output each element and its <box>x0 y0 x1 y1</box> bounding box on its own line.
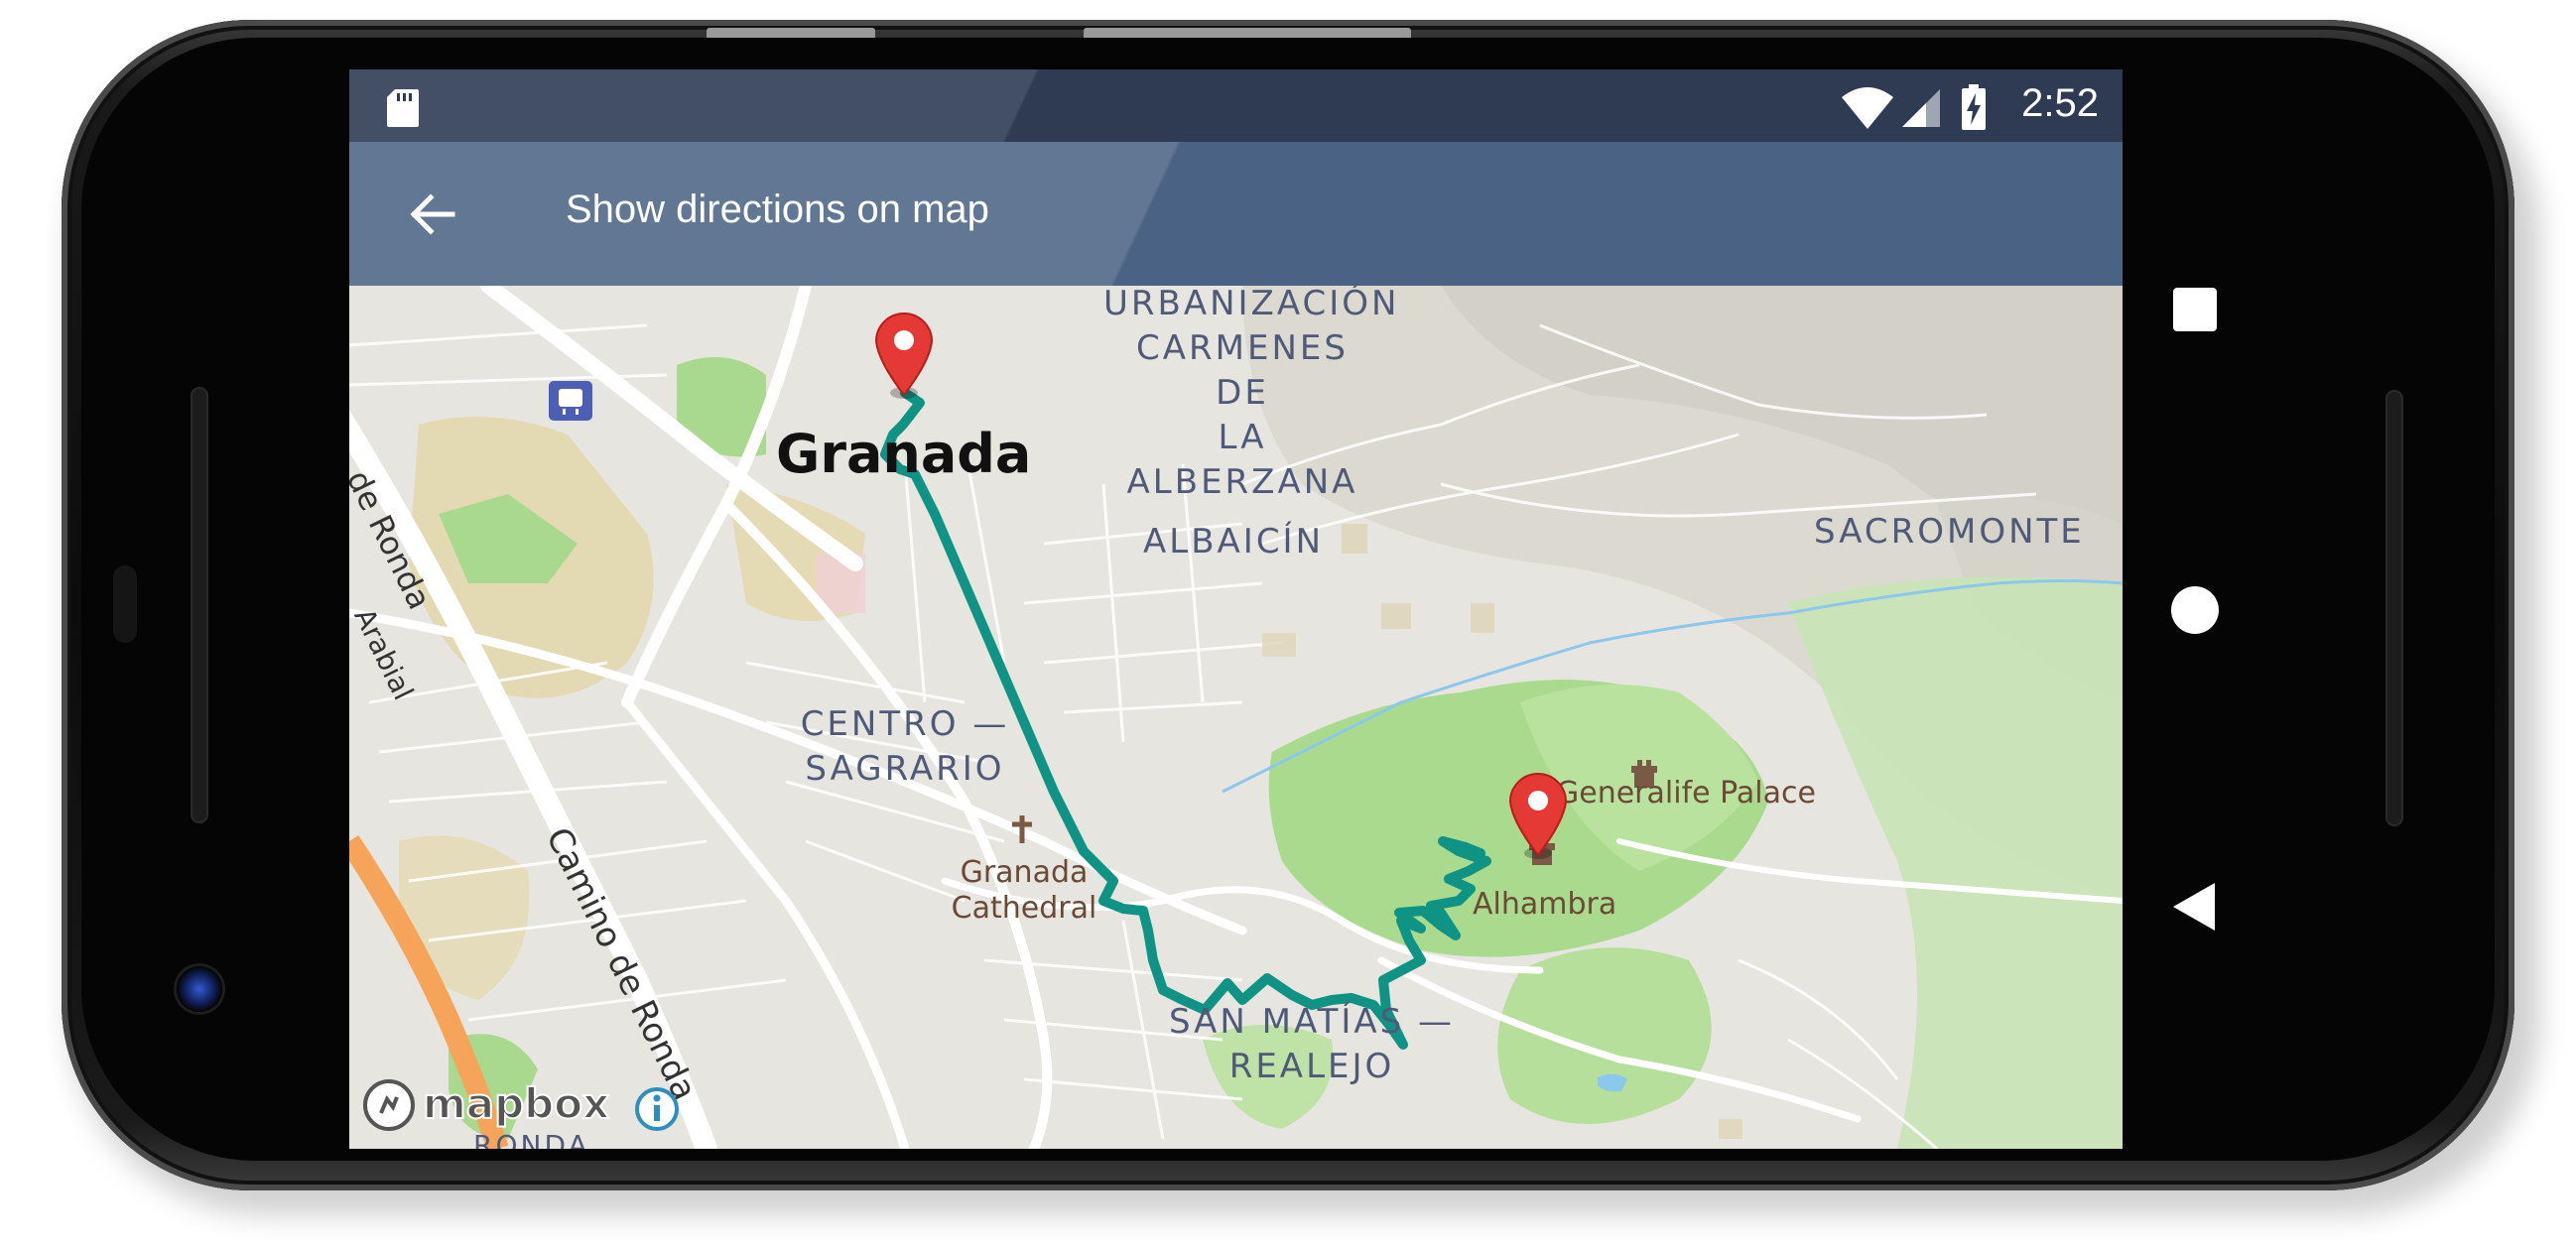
screen: 2:52 Show directions on map URBANIZACIÓN… <box>349 69 2123 1149</box>
page-title: Show directions on map <box>566 187 989 231</box>
mapbox-logo-icon <box>363 1079 415 1131</box>
neighborhood-label-san-matias: SAN MATÍAS — REALEJO <box>1168 1002 1456 1086</box>
start-marker-icon[interactable] <box>872 310 936 403</box>
front-camera <box>177 966 222 1012</box>
neighborhood-label-sacromonte: SACROMONTE <box>1814 512 2085 552</box>
speaker-right <box>2385 390 2403 826</box>
recents-square-icon[interactable] <box>2173 288 2217 331</box>
mapbox-attribution: mapbox <box>422 1078 610 1129</box>
arrow-back-icon[interactable] <box>407 189 456 239</box>
sd-card-icon <box>387 89 419 127</box>
end-marker-icon[interactable] <box>1506 770 1570 863</box>
battery-charging-icon <box>1962 84 1986 130</box>
app-bar: Show directions on map <box>349 142 2123 286</box>
city-label-granada: Granada <box>776 423 1032 485</box>
proximity-sensor <box>113 565 137 643</box>
map-view[interactable]: URBANIZACIÓN CARMENES DE LA ALBERZANA Gr… <box>349 286 2123 1149</box>
wifi-icon <box>1842 87 1893 129</box>
neighborhood-label-centro: CENTRO — SAGRARIO <box>800 704 1010 789</box>
status-clock: 2:52 <box>2021 81 2099 125</box>
neighborhood-label-albaicin: ALBAICÍN <box>1143 522 1325 562</box>
poi-label-alhambra: Alhambra <box>1473 887 1617 922</box>
back-triangle-icon[interactable] <box>2171 881 2217 933</box>
poi-label-cathedral: Granada Cathedral <box>951 855 1097 926</box>
speaker-left <box>191 387 208 823</box>
poi-label-generalife: Generalife Palace <box>1556 776 1816 811</box>
home-circle-icon[interactable] <box>2171 586 2219 634</box>
info-icon[interactable] <box>633 1085 681 1133</box>
neighborhood-label-ronda: RONDA <box>473 1129 590 1149</box>
cell-signal-icon <box>1902 89 1940 127</box>
neighborhood-label-urbanizacion: URBANIZACIÓN CARMENES DE LA ALBERZANA <box>1103 286 1400 502</box>
status-bar: 2:52 <box>349 69 2123 142</box>
